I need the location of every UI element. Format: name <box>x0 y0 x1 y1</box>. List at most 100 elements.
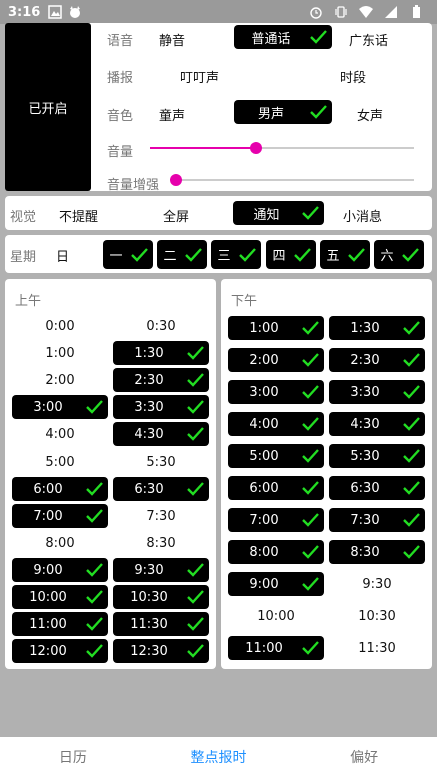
tab-hourly-chime[interactable]: 整点报时 <box>146 747 292 767</box>
slot-time: 1:30 <box>134 345 164 361</box>
slot-time: 6:30 <box>134 481 164 497</box>
am-slot[interactable]: 11:00 <box>12 612 108 636</box>
week-day-sat[interactable]: 六 <box>374 240 424 269</box>
am-slot[interactable]: 10:30 <box>113 585 209 609</box>
pm-slot[interactable]: 6:00 <box>228 476 324 500</box>
pm-slot[interactable]: 6:30 <box>329 476 425 500</box>
am-slot[interactable]: 1:00 <box>12 341 108 365</box>
announce-label: 播报 <box>107 71 134 86</box>
visual-option-none[interactable]: 不提醒 <box>59 206 98 225</box>
pm-slot[interactable]: 3:30 <box>329 380 425 404</box>
am-slot[interactable]: 0:30 <box>113 314 209 338</box>
enable-toggle[interactable]: 已开启 <box>5 23 91 191</box>
pm-slot[interactable]: 5:30 <box>329 444 425 468</box>
voice-option-mute[interactable]: 静音 <box>159 30 185 49</box>
timbre-option-male[interactable]: 男声 <box>234 100 332 124</box>
am-slot[interactable]: 6:00 <box>12 477 108 501</box>
week-day-label: 五 <box>326 249 340 264</box>
am-slot[interactable]: 7:30 <box>113 504 209 528</box>
slot-time: 5:00 <box>45 454 75 470</box>
voice-option-cantonese[interactable]: 广东话 <box>349 30 388 49</box>
pm-slot[interactable]: 2:00 <box>228 348 324 372</box>
week-day-label: 三 <box>217 249 231 264</box>
am-slot[interactable]: 4:00 <box>12 422 108 446</box>
slot-time: 5:00 <box>249 448 279 464</box>
am-slot[interactable]: 2:00 <box>12 368 108 392</box>
tab-preferences[interactable]: 偏好 <box>291 747 437 767</box>
announce-option-period[interactable]: 时段 <box>340 67 366 86</box>
am-slot[interactable]: 12:00 <box>12 639 108 663</box>
pm-slot[interactable]: 10:00 <box>228 604 324 628</box>
pm-slot[interactable]: 9:30 <box>329 572 425 596</box>
am-slot[interactable]: 8:30 <box>113 531 209 555</box>
check-icon <box>185 248 202 262</box>
pm-slot[interactable]: 3:00 <box>228 380 324 404</box>
vibrate-icon <box>335 6 347 18</box>
pm-slot[interactable]: 5:00 <box>228 444 324 468</box>
pm-slot[interactable]: 7:00 <box>228 508 324 532</box>
pm-slot[interactable]: 1:00 <box>228 316 324 340</box>
week-day-sun[interactable]: 日 <box>56 246 69 265</box>
am-slot[interactable]: 7:00 <box>12 504 108 528</box>
timbre-option-female[interactable]: 女声 <box>357 105 383 124</box>
week-day-fri[interactable]: 五 <box>320 240 370 269</box>
week-day-mon[interactable]: 一 <box>103 240 153 269</box>
pm-slot[interactable]: 9:00 <box>228 572 324 596</box>
pm-slot[interactable]: 11:30 <box>329 636 425 660</box>
am-slot[interactable]: 5:00 <box>12 450 108 474</box>
check-icon <box>403 321 420 335</box>
am-slot[interactable]: 10:00 <box>12 585 108 609</box>
am-slot[interactable]: 11:30 <box>113 612 209 636</box>
am-slot[interactable]: 1:30 <box>113 341 209 365</box>
slot-time: 4:00 <box>249 416 279 432</box>
am-slot[interactable]: 2:30 <box>113 368 209 392</box>
visual-option-fullscreen[interactable]: 全屏 <box>163 206 189 225</box>
pm-slot[interactable]: 8:30 <box>329 540 425 564</box>
check-icon <box>403 385 420 399</box>
boost-slider-thumb[interactable] <box>170 174 182 186</box>
voice-option-mandarin[interactable]: 普通话 <box>234 25 332 49</box>
am-slot[interactable]: 12:30 <box>113 639 209 663</box>
pm-slot[interactable]: 11:00 <box>228 636 324 660</box>
am-slot[interactable]: 5:30 <box>113 450 209 474</box>
volume-slider-thumb[interactable] <box>249 142 262 154</box>
am-slot[interactable]: 0:00 <box>12 314 108 338</box>
check-icon <box>86 482 103 496</box>
check-icon <box>187 373 204 387</box>
signal-icon <box>385 6 397 18</box>
slot-time: 11:00 <box>29 616 67 632</box>
check-icon <box>187 617 204 631</box>
check-icon <box>187 563 204 577</box>
am-slot[interactable]: 3:00 <box>12 395 108 419</box>
announce-option-ding[interactable]: 叮叮声 <box>180 67 219 86</box>
wifi-icon <box>359 6 373 18</box>
am-slot[interactable]: 8:00 <box>12 531 108 555</box>
week-day-wed[interactable]: 三 <box>211 240 261 269</box>
visual-option-notify[interactable]: 通知 <box>233 201 324 225</box>
pm-slot[interactable]: 8:00 <box>228 540 324 564</box>
am-slot[interactable]: 9:00 <box>12 558 108 582</box>
pm-slot[interactable]: 4:00 <box>228 412 324 436</box>
status-time: 3:16 <box>8 4 41 20</box>
am-slot[interactable]: 4:30 <box>113 422 209 446</box>
pm-slot[interactable]: 2:30 <box>329 348 425 372</box>
week-day-thu[interactable]: 四 <box>266 240 316 269</box>
am-slot[interactable]: 3:30 <box>113 395 209 419</box>
am-slot[interactable]: 9:30 <box>113 558 209 582</box>
status-bar: 3:16 <box>0 0 437 24</box>
week-day-tue[interactable]: 二 <box>157 240 207 269</box>
slot-time: 5:30 <box>350 448 380 464</box>
check-icon <box>302 545 319 559</box>
boost-slider-track[interactable] <box>176 179 414 181</box>
pm-slot[interactable]: 4:30 <box>329 412 425 436</box>
check-icon <box>403 513 420 527</box>
pm-slot[interactable]: 1:30 <box>329 316 425 340</box>
pm-slot[interactable]: 7:30 <box>329 508 425 532</box>
check-icon <box>310 105 327 119</box>
pm-slot[interactable]: 10:30 <box>329 604 425 628</box>
timbre-option-child[interactable]: 童声 <box>159 105 185 124</box>
check-icon <box>86 563 103 577</box>
am-slot[interactable]: 6:30 <box>113 477 209 501</box>
tab-calendar[interactable]: 日历 <box>0 747 146 767</box>
visual-option-small[interactable]: 小消息 <box>343 206 382 225</box>
